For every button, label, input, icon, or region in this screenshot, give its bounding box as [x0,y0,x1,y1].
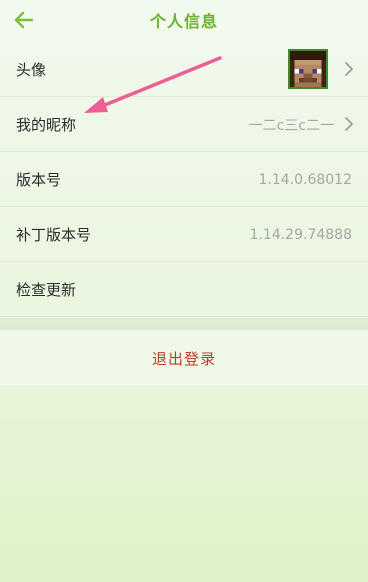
avatar-image [290,51,326,87]
chevron-right-icon [345,117,353,131]
back-button[interactable] [10,6,38,34]
avatar[interactable] [288,49,328,89]
row-label: 检查更新 [16,280,77,299]
row-nickname[interactable]: 我的昵称 一二c三c二一 [0,97,368,152]
logout-button[interactable]: 退出登录 [0,331,368,387]
row-avatar[interactable]: 头像 [0,42,368,97]
page-title: 个人信息 [149,12,218,31]
row-label: 补丁版本号 [16,225,92,244]
arrow-left-icon [14,11,34,29]
row-patch-version: 补丁版本号 1.14.29.74888 [0,207,368,262]
header-bar: 个人信息 [0,0,368,40]
section-divider [0,318,368,330]
row-check-update[interactable]: 检查更新 [0,262,368,317]
patch-version-value: 1.14.29.74888 [249,226,352,243]
nickname-value: 一二c三c二一 [248,117,334,134]
row-label: 头像 [16,60,47,79]
settings-list: 头像 我的昵称 一二c三c二一 版本号 1.14.0.68012 补丁版本号 1… [0,42,368,317]
chevron-right-icon [345,62,353,76]
row-version: 版本号 1.14.0.68012 [0,152,368,207]
row-label: 我的昵称 [16,115,77,134]
row-label: 版本号 [16,170,62,189]
logout-label: 退出登录 [151,350,216,368]
version-value: 1.14.0.68012 [258,171,352,188]
